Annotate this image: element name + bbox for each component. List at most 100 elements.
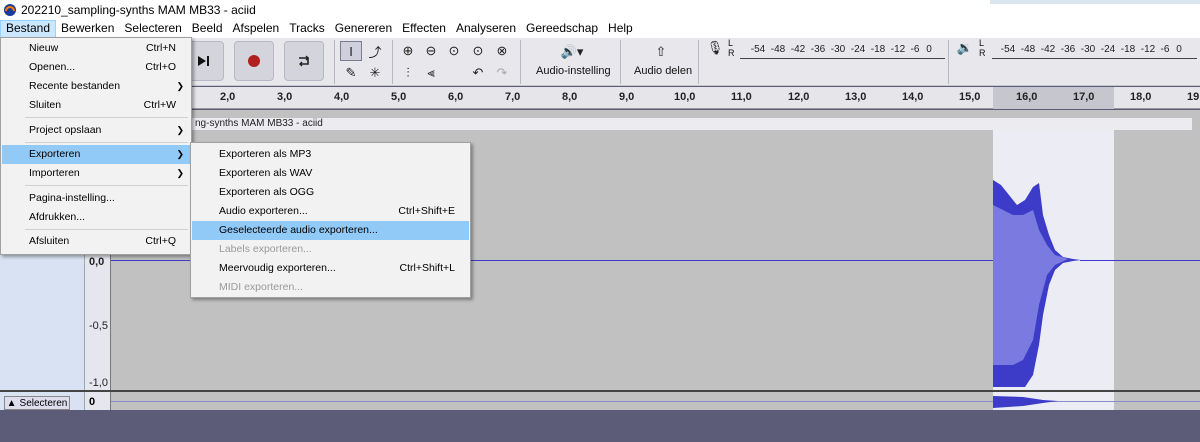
- menu-tracks[interactable]: Tracks: [284, 20, 330, 38]
- ruler-tick: 14,0: [902, 91, 924, 103]
- ruler-tick: 3,0: [277, 91, 293, 103]
- ruler-tick: 6,0: [448, 91, 464, 103]
- fit-selection-icon[interactable]: ⊙: [443, 41, 465, 61]
- play-tick: -36: [1060, 43, 1076, 55]
- submenu-arrow-icon: ❯: [176, 168, 184, 178]
- fit-project-icon[interactable]: ⊙: [467, 41, 489, 61]
- menu-analyseren[interactable]: Analyseren: [451, 20, 521, 38]
- submenu-arrow-icon: ❯: [176, 81, 184, 91]
- file-menu: Nieuw Ctrl+N Openen... Ctrl+O Recente best…: [0, 37, 192, 255]
- multi-tool-icon[interactable]: ✳: [364, 63, 386, 83]
- menu-selecteren[interactable]: Selecteren: [119, 20, 186, 38]
- menu-item-export-audio[interactable]: Audio exporteren... Ctrl+Shift+E: [192, 202, 469, 221]
- menu-item-recente-bestanden[interactable]: Recente bestanden ❯: [2, 77, 190, 96]
- ruler-tick: 16,0: [1016, 91, 1038, 103]
- waveform-burst: [993, 180, 1081, 387]
- meter-left-label: L: [728, 38, 734, 48]
- record-icon: [248, 55, 260, 67]
- share-icon[interactable]: ⇧: [650, 42, 672, 62]
- menu-gereedschap[interactable]: Gereedschap: [521, 20, 603, 38]
- waveform-baseline: [1080, 260, 1200, 261]
- zoom-out-icon[interactable]: ⊖: [420, 41, 442, 61]
- menu-beeld[interactable]: Beeld: [187, 20, 228, 38]
- speaker-dropdown-icon[interactable]: 🔊▾: [555, 42, 589, 62]
- audacity-app-icon: [4, 4, 16, 16]
- undo-icon[interactable]: ↶: [467, 63, 489, 83]
- meter-right-label: R: [728, 48, 735, 58]
- menu-item-pagina-instelling[interactable]: Pagina-instelling...: [2, 189, 190, 208]
- menu-bewerken[interactable]: Bewerken: [56, 20, 119, 38]
- menu-item-openen[interactable]: Openen... Ctrl+O: [2, 58, 190, 77]
- menu-item-afsluiten[interactable]: Afsluiten Ctrl+Q: [2, 232, 190, 251]
- zoom-toggle-icon[interactable]: ⊗: [491, 41, 513, 61]
- record-button[interactable]: [234, 41, 274, 81]
- select-track-button[interactable]: ▲ Selecteren: [4, 396, 70, 410]
- menu-item-importeren[interactable]: Importeren ❯: [2, 164, 190, 183]
- menu-item-project-opslaan[interactable]: Project opslaan ❯: [2, 121, 190, 140]
- menu-item-export-labels[interactable]: Labels exporteren...: [192, 240, 469, 259]
- silence-audio-icon[interactable]: ⫷: [420, 63, 442, 83]
- play-tick: -54: [1000, 43, 1016, 55]
- menu-item-export-selected-audio[interactable]: Geselecteerde audio exporteren...: [192, 221, 469, 240]
- ruler-tick: 2,0: [220, 91, 236, 103]
- envelope-tool-icon[interactable]: ⤴: [364, 41, 386, 61]
- ruler-tick: 13,0: [845, 91, 867, 103]
- export-submenu: Exporteren als MP3 Exporteren als WAV Ex…: [190, 142, 471, 298]
- ruler-tick: 8,0: [562, 91, 578, 103]
- play-tick: -12: [1140, 43, 1156, 55]
- select-button-label: Selecteren: [19, 397, 68, 409]
- menu-effecten[interactable]: Effecten: [397, 20, 451, 38]
- skip-end-icon: [198, 56, 209, 66]
- audio-share-button[interactable]: Audio delen: [634, 65, 692, 77]
- microphone-icon[interactable]: 🎙: [704, 38, 726, 58]
- ruler-tick: 12,0: [788, 91, 810, 103]
- selection-tool-icon[interactable]: I: [340, 41, 362, 61]
- playback-speaker-icon[interactable]: 🔉: [954, 38, 976, 58]
- window-controls[interactable]: [990, 0, 1200, 4]
- trim-audio-icon[interactable]: ⫶: [397, 63, 419, 83]
- rec-tick: -6: [910, 43, 920, 55]
- ruler-tick: 7,0: [505, 91, 521, 103]
- menu-bar: Bestand Bewerken Selecteren Beeld Afspel…: [0, 20, 1200, 38]
- menu-item-sluiten[interactable]: Sluiten Ctrl+W: [2, 96, 190, 115]
- zoom-in-icon[interactable]: ⊕: [397, 41, 419, 61]
- track-name-bar[interactable]: ng-synths MAM MB33 - aciid: [192, 118, 1192, 130]
- play-tick: -42: [1040, 43, 1056, 55]
- ruler-tick: 10,0: [674, 91, 696, 103]
- record-meter[interactable]: -54 -48 -42 -36 -30 -24 -18 -12 -6 0: [748, 40, 936, 58]
- second-track-burst: [993, 396, 1058, 408]
- play-tick: -30: [1080, 43, 1096, 55]
- ruler-tick: 4,0: [334, 91, 350, 103]
- ruler-tick: 11,0: [731, 91, 752, 103]
- menu-item-nieuw[interactable]: Nieuw Ctrl+N: [2, 39, 190, 58]
- menu-item-export-mp3[interactable]: Exporteren als MP3: [192, 145, 469, 164]
- ruler-tick: 18,0: [1130, 91, 1152, 103]
- window-title: 202210_sampling-synths MAM MB33 - aciid: [21, 3, 256, 17]
- redo-icon[interactable]: ↷: [491, 63, 513, 83]
- rec-tick: -48: [770, 43, 786, 55]
- submenu-arrow-icon: ❯: [176, 125, 184, 135]
- menu-item-export-midi[interactable]: MIDI exporteren...: [192, 278, 469, 297]
- menu-item-exporteren[interactable]: Exporteren ❯: [2, 145, 190, 164]
- playback-meter[interactable]: -54 -48 -42 -36 -30 -24 -18 -12 -6 0: [998, 40, 1186, 58]
- audio-setup-button[interactable]: Audio-instelling: [536, 65, 611, 77]
- bottom-area: [0, 412, 1200, 442]
- menu-genereren[interactable]: Genereren: [330, 20, 397, 38]
- menu-help[interactable]: Help: [603, 20, 638, 38]
- ruler-selection: [993, 87, 1114, 109]
- menu-afspelen[interactable]: Afspelen: [228, 20, 285, 38]
- meter-left-label: L: [979, 38, 985, 48]
- menu-item-afdrukken[interactable]: Afdrukken...: [2, 208, 190, 227]
- rec-tick: -24: [850, 43, 866, 55]
- menu-item-export-wav[interactable]: Exporteren als WAV: [192, 164, 469, 183]
- rec-tick: -54: [750, 43, 766, 55]
- scale-label: -1,0: [89, 377, 108, 389]
- loop-button[interactable]: [284, 41, 324, 81]
- menu-bestand[interactable]: Bestand: [0, 20, 57, 38]
- draw-tool-icon[interactable]: ✎: [340, 63, 362, 83]
- loop-icon: [299, 55, 309, 67]
- menu-item-export-multiple[interactable]: Meervoudig exporteren... Ctrl+Shift+L: [192, 259, 469, 278]
- title-bar: 202210_sampling-synths MAM MB33 - aciid: [0, 0, 1200, 20]
- ruler-tick: 17,0: [1073, 91, 1095, 103]
- menu-item-export-ogg[interactable]: Exporteren als OGG: [192, 183, 469, 202]
